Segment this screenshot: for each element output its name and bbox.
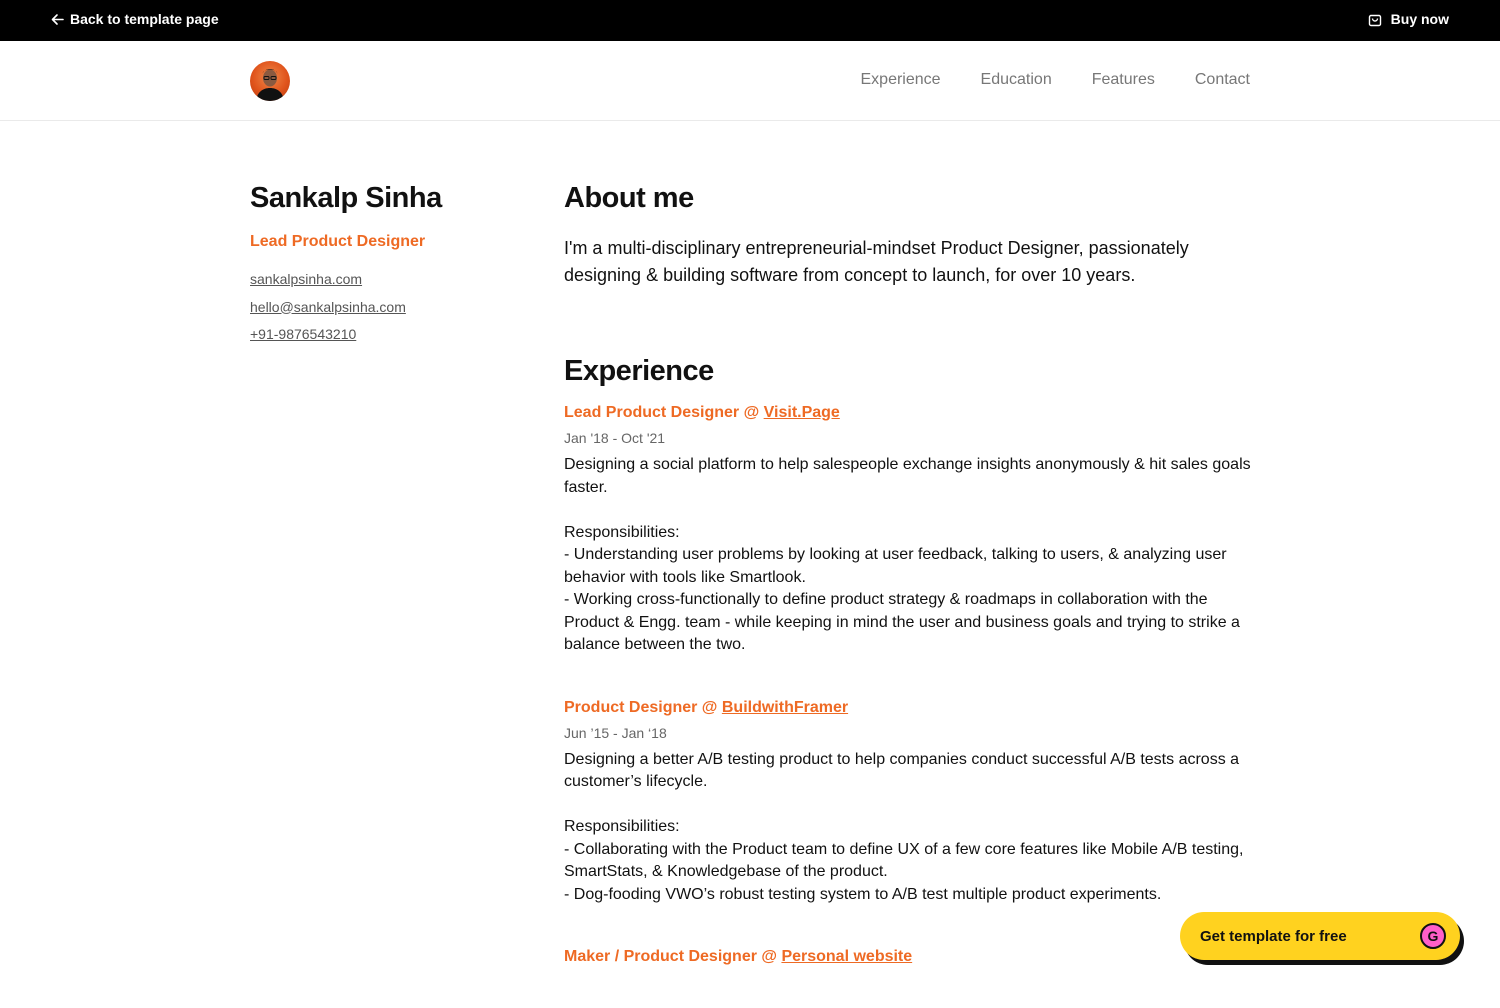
job-dates: Jan '18 - Oct '21 (564, 430, 666, 446)
site-header: Experience Education Features Contact (0, 41, 1500, 121)
company-link[interactable]: BuildwithFramer (722, 699, 848, 716)
g-logo-icon: G (1420, 923, 1446, 949)
top-bar: Back to template page Buy now (0, 0, 1500, 41)
profile-avatar[interactable] (250, 61, 290, 101)
website-link[interactable]: sankalpsinha.com (250, 266, 530, 294)
experience-section: Experience Lead Product Designer @ Visit… (564, 355, 1254, 966)
arrow-left-icon (51, 13, 64, 25)
about-text: I'm a multi-disciplinary entrepreneurial… (564, 238, 1189, 285)
job-title-prefix: Lead Product Designer @ (564, 404, 764, 421)
company-link[interactable]: Visit.Page (764, 404, 840, 421)
job-title-prefix: Maker / Product Designer @ (564, 948, 782, 965)
job-description: Designing a better A/B testing product t… (564, 750, 1244, 903)
profile-name: Sankalp Sinha (250, 182, 442, 214)
company-link[interactable]: Personal website (781, 948, 912, 965)
job-entry: Product Designer @ BuildwithFramer Jun ’… (564, 699, 1254, 907)
nav-experience[interactable]: Experience (861, 71, 941, 89)
job-title: Lead Product Designer @ Visit.Page (564, 404, 1254, 422)
person-icon (256, 69, 284, 101)
main-nav: Experience Education Features Contact (861, 71, 1251, 89)
phone-link[interactable]: +91-9876543210 (250, 321, 530, 349)
email-link[interactable]: hello@sankalpsinha.com (250, 294, 530, 322)
job-dates: Jun ’15 - Jan ‘18 (564, 724, 667, 741)
job-description: Designing a social platform to help sale… (564, 456, 1251, 653)
job-entry: Maker / Product Designer @ Personal webs… (564, 948, 1254, 966)
about-section: About me I'm a multi-disciplinary entrep… (564, 182, 1254, 289)
buy-now-link[interactable]: Buy now (1368, 11, 1449, 27)
cta-label: Get template for free (1200, 927, 1347, 945)
profile-role: Lead Product Designer (250, 233, 426, 250)
experience-heading: Experience (564, 355, 714, 387)
back-to-template-link[interactable]: Back to template page (51, 11, 219, 27)
shopping-bag-icon (1368, 14, 1381, 26)
contact-links: sankalpsinha.com hello@sankalpsinha.com … (250, 266, 530, 349)
job-entry: Lead Product Designer @ Visit.Page Jan '… (564, 404, 1254, 657)
job-title-prefix: Product Designer @ (564, 698, 722, 716)
nav-features[interactable]: Features (1092, 71, 1155, 89)
job-title: Product Designer @ BuildwithFramer (564, 699, 1254, 717)
get-template-button[interactable]: Get template for free G (1180, 912, 1460, 960)
back-label: Back to template page (70, 11, 219, 27)
about-heading: About me (564, 182, 694, 214)
main-content: About me I'm a multi-disciplinary entrep… (564, 182, 1254, 1008)
nav-education[interactable]: Education (981, 71, 1052, 89)
buy-label: Buy now (1390, 11, 1449, 27)
nav-contact[interactable]: Contact (1195, 71, 1250, 89)
profile-sidebar: Sankalp Sinha Lead Product Designer sank… (250, 182, 530, 349)
job-title: Maker / Product Designer @ Personal webs… (564, 948, 1254, 966)
